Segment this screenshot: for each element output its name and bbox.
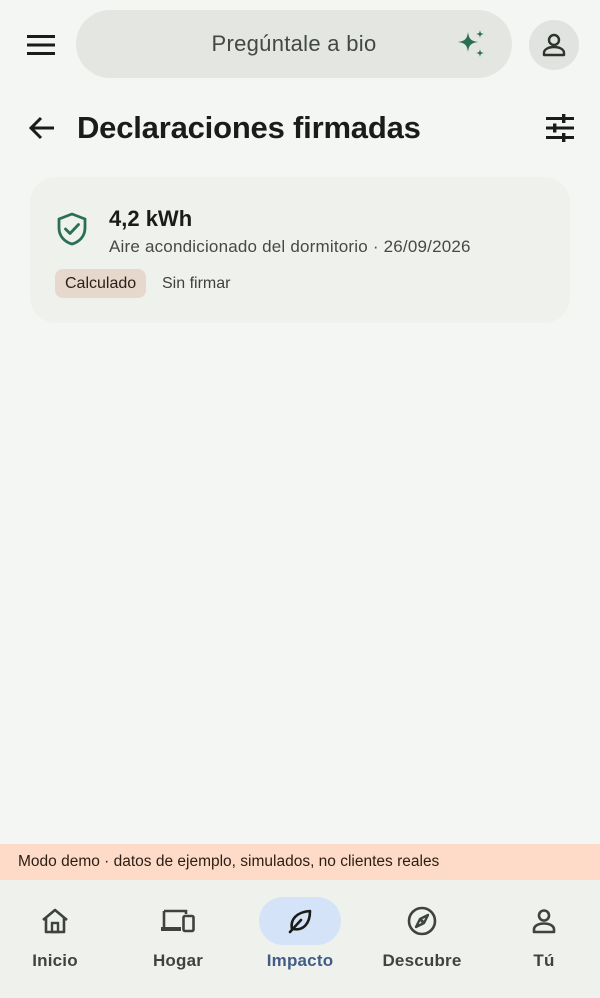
nav-item-tu[interactable]: Tú [484, 880, 600, 998]
arrow-back-icon[interactable] [20, 106, 64, 150]
person-icon [503, 897, 585, 945]
sparkle-icon[interactable] [456, 28, 488, 60]
search-placeholder: Pregúntale a bio [211, 31, 377, 56]
devices-icon [137, 897, 219, 945]
ask-bio-search-bar[interactable]: Pregúntale a bio [76, 10, 512, 78]
declaration-value: 4,2 kWh [109, 206, 193, 231]
tune-icon[interactable] [538, 106, 582, 150]
declaration-subtitle: Aire acondicionado del dormitorio · 26/0… [109, 237, 471, 256]
compass-icon [381, 897, 463, 945]
nav-item-inicio[interactable]: Inicio [0, 880, 115, 998]
nav-label-descubre: Descubre [382, 951, 462, 970]
person-icon [542, 33, 566, 57]
page-title: Declaraciones firmadas [77, 110, 421, 145]
nav-label-hogar: Hogar [152, 951, 204, 970]
nav-label-impacto: Impacto [266, 951, 334, 970]
bottom-navigation: Inicio Hogar Impacto Descubre Tú [0, 880, 600, 998]
top-app-bar: Pregúntale a bio [0, 0, 600, 90]
nav-label-inicio: Inicio [32, 951, 78, 970]
leaf-icon [259, 897, 341, 945]
menu-icon[interactable] [20, 24, 62, 66]
signature-status: Sin firmar [162, 275, 231, 292]
verified-shield-icon [54, 211, 90, 247]
nav-item-impacto[interactable]: Impacto [240, 880, 360, 998]
nav-label-tu: Tú [533, 951, 555, 970]
nav-item-descubre[interactable]: Descubre [362, 880, 482, 998]
calculated-chip: Calculado [55, 269, 147, 298]
home-icon [14, 897, 96, 945]
nav-item-hogar[interactable]: Hogar [118, 880, 238, 998]
account-button[interactable] [529, 20, 579, 70]
page-header: Declaraciones firmadas [0, 96, 600, 160]
demo-mode-banner: Modo demo · datos de ejemplo, simulados,… [0, 844, 600, 880]
declaration-card[interactable]: 4,2 kWh Aire acondicionado del dormitori… [30, 177, 570, 323]
